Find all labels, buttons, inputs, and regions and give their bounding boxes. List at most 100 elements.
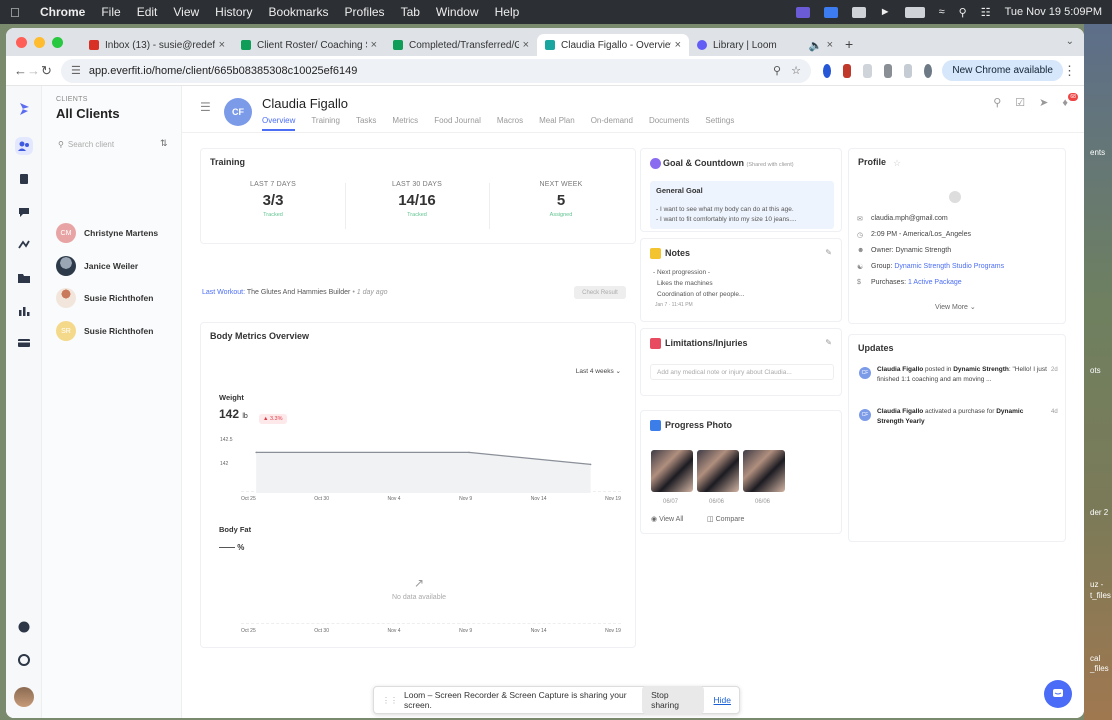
menu-edit[interactable]: Edit <box>137 5 158 19</box>
weight-point[interactable] <box>468 451 470 454</box>
profile-purchases-link[interactable]: 1 Active Package <box>908 279 962 286</box>
bookmark-star-icon[interactable]: ☆ <box>791 64 801 77</box>
drag-handle-icon[interactable]: ⋮⋮ <box>382 696 398 705</box>
client-list-item[interactable]: Susie Richthofen <box>56 288 153 308</box>
star-icon[interactable]: ☆ <box>893 158 901 169</box>
close-tab-icon[interactable]: × <box>827 39 833 51</box>
community-icon[interactable] <box>15 651 33 669</box>
menu-bookmarks[interactable]: Bookmarks <box>269 5 329 19</box>
menu-app[interactable]: Chrome <box>40 5 85 19</box>
client-search-input[interactable]: ⚲ Search client <box>54 136 154 152</box>
zoom-lens-icon[interactable]: ⚲ <box>773 64 781 77</box>
url-text[interactable]: app.everfit.io/home/client/665b08385308c… <box>89 65 358 77</box>
edit-icon[interactable]: ✎ <box>825 248 832 257</box>
desktop-file-label[interactable]: uz - <box>1090 580 1103 589</box>
clients-icon[interactable] <box>15 137 33 155</box>
payments-icon[interactable] <box>15 334 33 352</box>
tab-macros[interactable]: Macros <box>497 116 523 131</box>
play-icon[interactable]: ► <box>880 6 891 18</box>
site-info-icon[interactable]: ☰ <box>71 64 81 77</box>
desktop-file-label[interactable]: _files <box>1090 664 1109 673</box>
hide-button[interactable]: Hide <box>714 695 731 705</box>
tab-completed-transferred[interactable]: Completed/Transferred/Ghos × <box>385 34 537 56</box>
desktop-file-label[interactable]: ots <box>1090 366 1101 375</box>
checklist-icon[interactable]: ☑ <box>1015 96 1025 109</box>
update-item[interactable]: CF Claudia Figallo posted in Dynamic Str… <box>859 365 1058 385</box>
stop-sharing-button[interactable]: Stop sharing <box>642 686 704 714</box>
folder-icon[interactable] <box>15 269 33 287</box>
desktop-file-label[interactable]: t_files <box>1090 591 1111 600</box>
tab-gmail[interactable]: Inbox (13) - susie@redefining × <box>81 34 233 56</box>
analytics-icon[interactable] <box>15 302 33 320</box>
tab-search-chevron-icon[interactable]: ⌄ <box>1066 36 1074 47</box>
chrome-menu-icon[interactable]: ⋮ <box>1063 63 1076 79</box>
extension-icon[interactable] <box>851 6 866 18</box>
edit-icon[interactable]: ✎ <box>825 338 832 347</box>
weight-point[interactable] <box>589 463 592 466</box>
progress-photo-thumb[interactable] <box>697 450 739 492</box>
tab-overview[interactable]: Overview <box>262 116 296 131</box>
url-omnibox[interactable]: ☰ app.everfit.io/home/client/665b0838530… <box>60 58 811 83</box>
sort-icon[interactable]: ⇅ <box>160 138 168 149</box>
menu-help[interactable]: Help <box>495 5 520 19</box>
everfit-logo-icon[interactable] <box>15 100 33 118</box>
tab-client-roster[interactable]: Client Roster/ Coaching Sh × <box>233 34 385 56</box>
desktop-file-label[interactable]: ents <box>1090 148 1105 157</box>
weight-point[interactable] <box>255 451 257 454</box>
new-chrome-available-button[interactable]: New Chrome available <box>942 60 1063 81</box>
zoom-icon[interactable] <box>823 6 838 18</box>
forward-button[interactable]: → <box>27 63 40 78</box>
control-center-icon[interactable]: ☷ <box>981 6 991 19</box>
library-icon[interactable] <box>15 170 33 188</box>
search-icon[interactable]: ⚲ <box>959 6 967 19</box>
update-item[interactable]: CF Claudia Figallo activated a purchase … <box>859 407 1058 427</box>
battery-icon[interactable] <box>904 6 925 18</box>
progress-photo-thumb[interactable] <box>743 450 785 492</box>
limitations-input[interactable]: Add any medical note or injury about Cla… <box>650 364 834 380</box>
tab-documents[interactable]: Documents <box>649 116 689 131</box>
menubar-clock[interactable]: Tue Nov 19 5:09PM <box>1005 6 1102 18</box>
tab-on-demand[interactable]: On-demand <box>591 116 633 131</box>
last-workout-name[interactable]: The Glutes And Hammies Builder <box>247 289 351 296</box>
extensions-puzzle-icon[interactable] <box>883 63 892 78</box>
search-icon[interactable]: ⚲ <box>993 96 1001 109</box>
profile-group-link[interactable]: Dynamic Strength Studio Programs <box>894 263 1004 270</box>
extension-icon[interactable] <box>903 63 913 78</box>
tab-settings[interactable]: Settings <box>705 116 734 131</box>
view-all-link[interactable]: ◉ View All <box>651 515 683 523</box>
new-tab-button[interactable]: + <box>845 36 853 52</box>
reload-button[interactable]: ↻ <box>40 63 53 79</box>
tab-tasks[interactable]: Tasks <box>356 116 376 131</box>
menu-history[interactable]: History <box>215 5 252 19</box>
close-tab-icon[interactable]: × <box>219 39 225 51</box>
close-tab-icon[interactable]: × <box>523 39 529 51</box>
messages-icon[interactable] <box>15 203 33 221</box>
close-tab-icon[interactable]: × <box>371 39 377 51</box>
tab-everfit-overview[interactable]: Claudia Figallo - Overview - E × <box>537 34 689 56</box>
last-workout[interactable]: Last Workout: The Glutes And Hammies Bui… <box>202 289 388 296</box>
desktop-file-label[interactable]: der 2 <box>1090 508 1108 517</box>
menu-file[interactable]: File <box>101 5 120 19</box>
speaker-icon[interactable]: 🔈 <box>809 39 823 52</box>
notification-bell-icon[interactable]: ♦ 68 <box>1062 92 1078 109</box>
tab-training[interactable]: Training <box>311 116 340 131</box>
clients-title[interactable]: All Clients <box>56 106 120 121</box>
menu-view[interactable]: View <box>173 5 199 19</box>
billing-icon[interactable] <box>15 618 33 636</box>
minimize-window-button[interactable] <box>34 36 45 48</box>
wifi-icon[interactable]: ≈ <box>939 6 945 18</box>
view-more-button[interactable]: View More ⌄ <box>935 303 976 311</box>
tab-metrics[interactable]: Metrics <box>392 116 418 131</box>
coach-avatar[interactable] <box>14 687 34 707</box>
extension-icon[interactable] <box>843 63 852 78</box>
extension-icon[interactable] <box>822 63 832 78</box>
profile-icon[interactable] <box>924 63 933 78</box>
close-tab-icon[interactable]: × <box>675 39 681 51</box>
tab-food-journal[interactable]: Food Journal <box>434 116 481 131</box>
menu-profiles[interactable]: Profiles <box>345 5 385 19</box>
profile-email[interactable]: claudia.mph@gmail.com <box>871 215 948 222</box>
workflows-icon[interactable] <box>15 236 33 254</box>
client-list-item[interactable]: CM Christyne Martens <box>56 223 158 243</box>
support-chat-button[interactable] <box>1044 680 1072 708</box>
back-button[interactable]: ← <box>14 63 27 78</box>
